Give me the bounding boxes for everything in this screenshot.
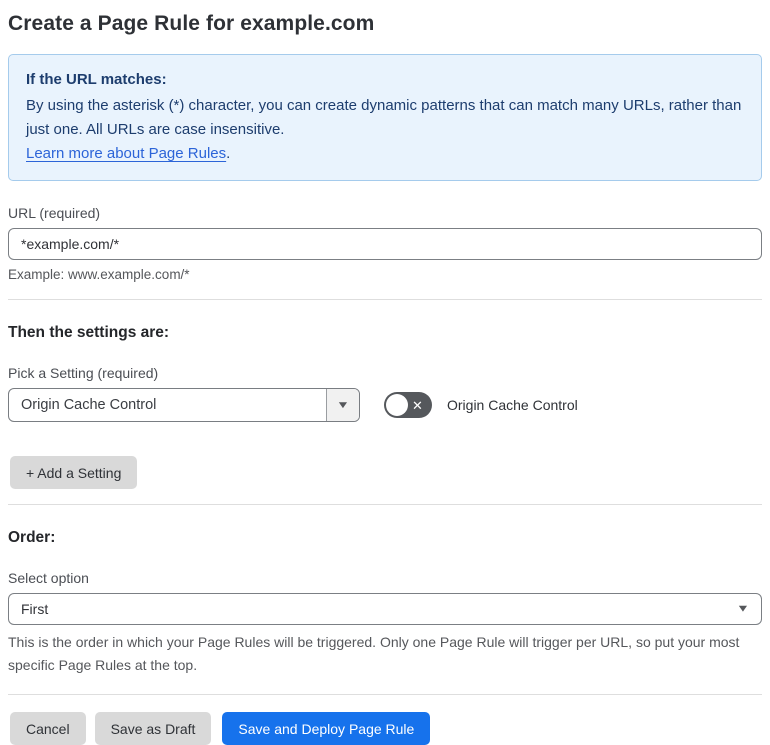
cancel-button[interactable]: Cancel [10,712,86,745]
origin-cache-control-toggle[interactable]: ✕ [384,392,432,418]
pick-setting-label: Pick a Setting (required) [8,365,159,381]
url-example-helper: Example: www.example.com/* [8,267,190,282]
learn-more-link[interactable]: Learn more about Page Rules [26,145,226,162]
info-box-heading: If the URL matches: [26,71,167,88]
add-setting-button[interactable]: + Add a Setting [10,456,138,489]
save-as-draft-button[interactable]: Save as Draft [94,712,212,745]
footer-actions: Cancel Save as Draft Save and Deploy Pag… [8,712,762,745]
order-select-value: First [21,601,49,617]
url-input[interactable] [8,228,762,260]
setting-dropdown[interactable]: Origin Cache Control ▼ [8,388,360,422]
url-field-label: URL (required) [8,205,101,221]
order-helper-text: This is the order in which your Page Rul… [8,634,740,673]
chevron-down-icon: ▼ [336,399,350,411]
order-section-heading: Order: [8,529,56,546]
divider [8,694,762,695]
settings-section-heading: Then the settings are: [8,324,170,341]
order-select-label: Select option [8,570,89,586]
toggle-knob [386,394,408,416]
setting-controls-row: Origin Cache Control ▼ ✕ Origin Cache Co… [8,388,762,422]
info-box-link-row: Learn more about Page Rules. [26,142,744,166]
save-and-deploy-button[interactable]: Save and Deploy Page Rule [222,712,431,745]
toggle-label: Origin Cache Control [447,397,578,413]
info-box-body: By using the asterisk (*) character, you… [26,97,742,138]
setting-dropdown-value: Origin Cache Control [21,397,157,413]
toggle-off-icon: ✕ [412,397,423,413]
setting-dropdown-caret-button[interactable]: ▼ [326,389,359,421]
link-period: . [226,145,231,162]
url-match-info-box: If the URL matches: By using the asteris… [8,54,762,181]
divider [8,504,762,505]
chevron-down-icon: ▼ [736,603,750,615]
order-select[interactable]: First ▼ [8,593,762,625]
page-title: Create a Page Rule for example.com [8,12,375,35]
divider [8,299,762,300]
